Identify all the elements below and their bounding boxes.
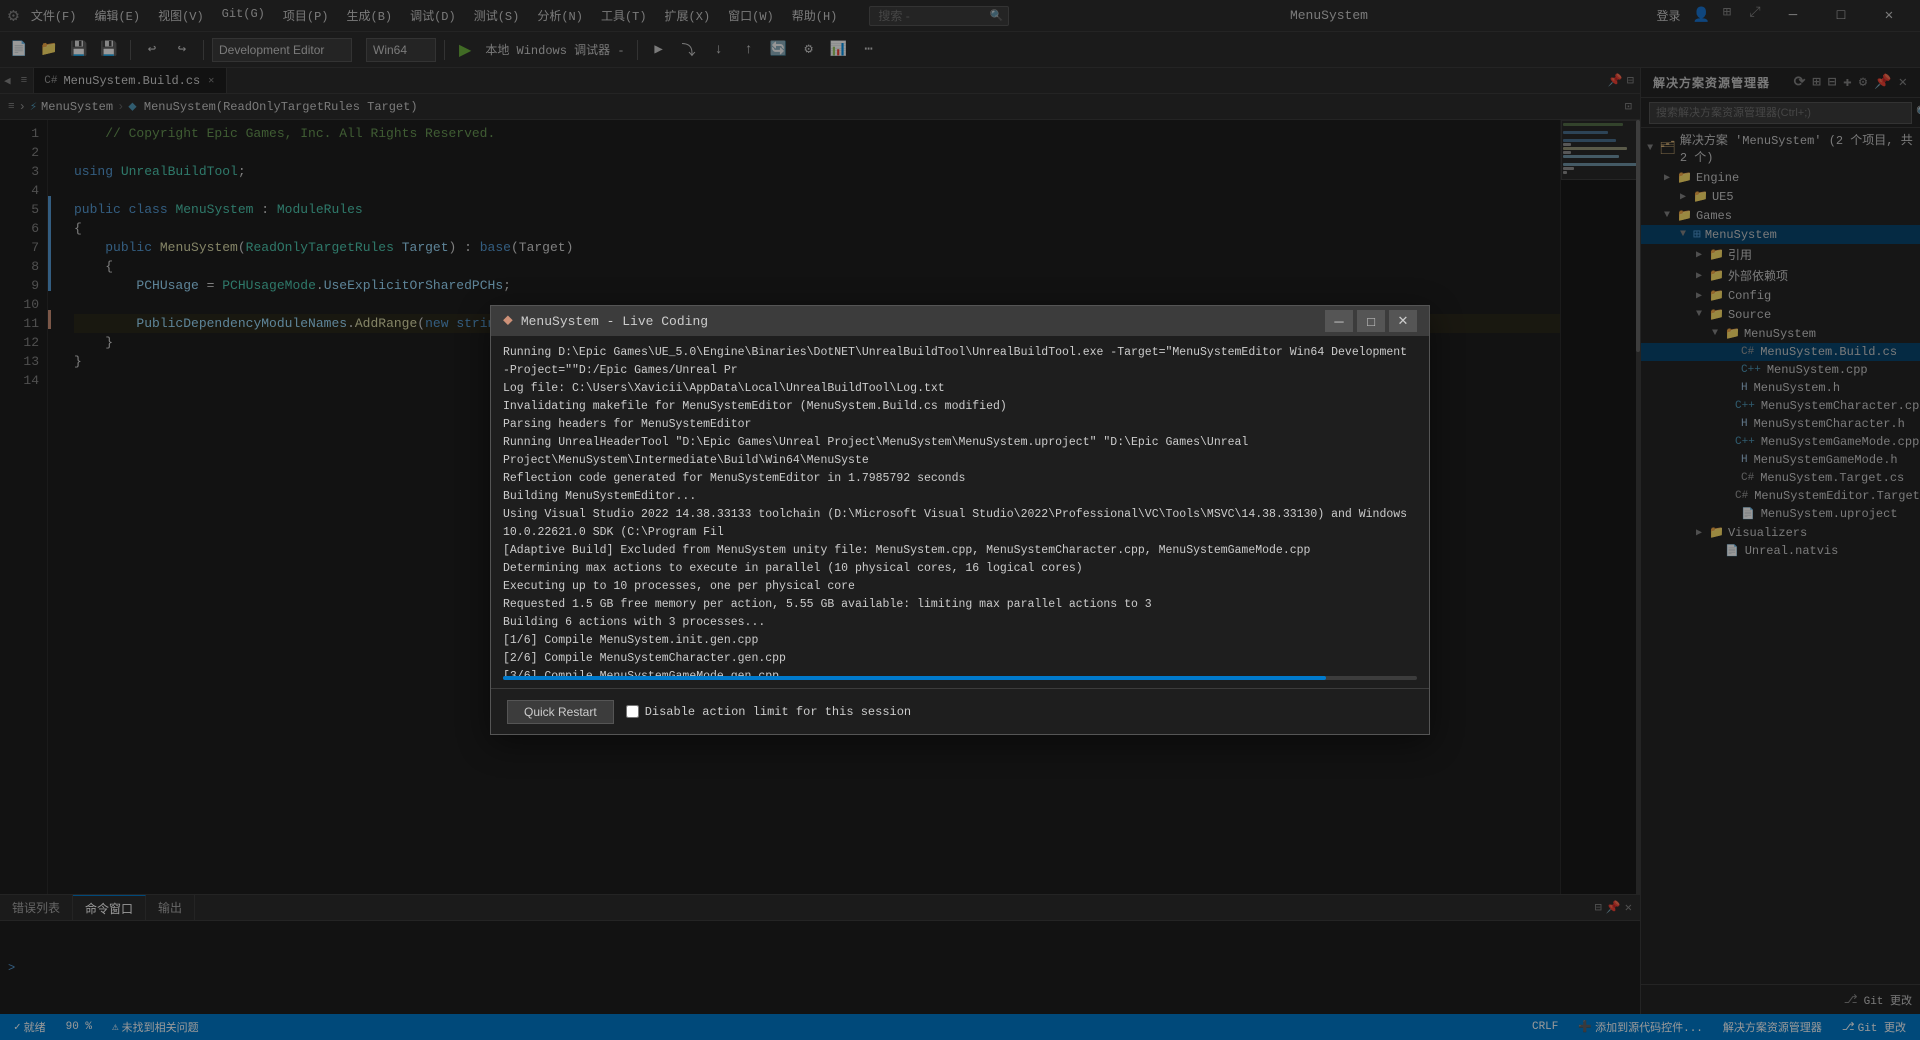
log-line-14: [2/6] Compile MenuSystemCharacter.gen.cp… (503, 650, 1417, 668)
modal-titlebar: ⬥ MenuSystem - Live Coding ─ □ ✕ (491, 306, 1429, 336)
log-line-5: Reflection code generated for MenuSystem… (503, 470, 1417, 488)
log-line-0: Running D:\Epic Games\UE_5.0\Engine\Bina… (503, 344, 1417, 380)
log-line-13: [1/6] Compile MenuSystem.init.gen.cpp (503, 632, 1417, 650)
log-line-4: Running UnrealHeaderTool "D:\Epic Games\… (503, 434, 1417, 470)
modal-progress-area (491, 676, 1429, 688)
modal-progress-fill (503, 676, 1326, 680)
modal-footer: Quick Restart Disable action limit for t… (491, 688, 1429, 734)
modal-title-text: MenuSystem - Live Coding (521, 314, 708, 329)
modal-log-content: Running D:\Epic Games\UE_5.0\Engine\Bina… (491, 336, 1429, 676)
disable-action-limit-checkbox-area: Disable action limit for this session (626, 705, 911, 719)
modal-close-button[interactable]: ✕ (1389, 310, 1417, 332)
modal-title-area: ⬥ MenuSystem - Live Coding (503, 313, 708, 329)
unreal-logo: ⬥ (503, 313, 513, 329)
modal-progress-track (503, 676, 1417, 680)
log-line-9: Determining max actions to execute in pa… (503, 560, 1417, 578)
disable-action-limit-label: Disable action limit for this session (645, 705, 911, 719)
log-line-3: Parsing headers for MenuSystemEditor (503, 416, 1417, 434)
log-line-8: [Adaptive Build] Excluded from MenuSyste… (503, 542, 1417, 560)
modal-window-controls: ─ □ ✕ (1325, 310, 1417, 332)
quick-restart-button[interactable]: Quick Restart (507, 700, 614, 724)
log-line-2: Invalidating makefile for MenuSystemEdit… (503, 398, 1417, 416)
log-line-15: [3/6] Compile MenuSystemGameMode.gen.cpp (503, 668, 1417, 676)
log-line-11: Requested 1.5 GB free memory per action,… (503, 596, 1417, 614)
log-line-10: Executing up to 10 processes, one per ph… (503, 578, 1417, 596)
log-line-6: Building MenuSystemEditor... (503, 488, 1417, 506)
log-line-7: Using Visual Studio 2022 14.38.33133 too… (503, 506, 1417, 542)
disable-action-limit-checkbox[interactable] (626, 705, 639, 718)
live-coding-modal: ⬥ MenuSystem - Live Coding ─ □ ✕ Running… (490, 305, 1430, 735)
modal-minimize-button[interactable]: ─ (1325, 310, 1353, 332)
log-line-12: Building 6 actions with 3 processes... (503, 614, 1417, 632)
modal-maximize-button[interactable]: □ (1357, 310, 1385, 332)
log-line-1: Log file: C:\Users\Xavicii\AppData\Local… (503, 380, 1417, 398)
modal-overlay: ⬥ MenuSystem - Live Coding ─ □ ✕ Running… (0, 0, 1920, 1040)
